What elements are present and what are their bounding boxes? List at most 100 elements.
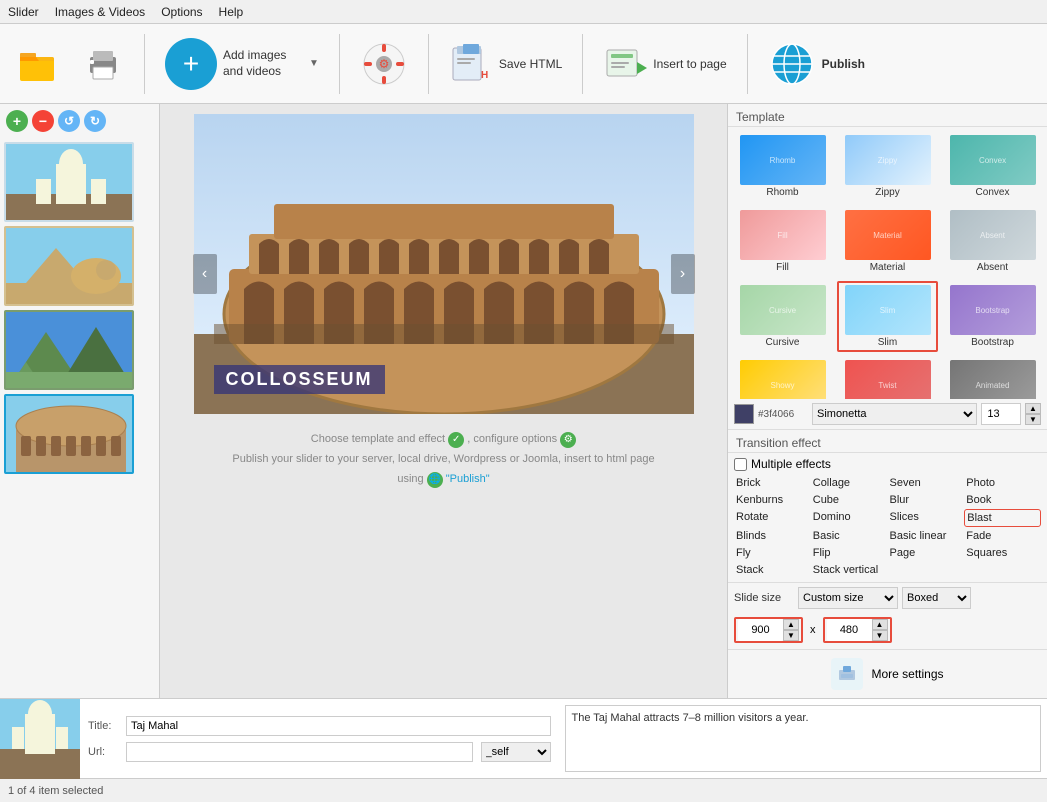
effect-blast[interactable]: Blast bbox=[964, 509, 1041, 527]
font-color-picker[interactable] bbox=[734, 404, 754, 424]
template-item-bootstrap[interactable]: Bootstrap Bootstrap bbox=[942, 281, 1043, 352]
slide-width-input[interactable] bbox=[738, 619, 783, 641]
remove-slide-button[interactable]: − bbox=[32, 110, 54, 132]
template-item-rhomb[interactable]: Rhomb Rhomb bbox=[732, 131, 833, 202]
template-item-showy[interactable]: Showy Showy bbox=[732, 356, 833, 399]
add-images-label: Add images and videos bbox=[223, 48, 303, 79]
height-up[interactable]: ▲ bbox=[872, 619, 888, 630]
template-name-bootstrap: Bootstrap bbox=[971, 337, 1014, 348]
insert-to-page-button[interactable]: Insert to page bbox=[595, 38, 734, 90]
save-html-button[interactable]: H Save HTML bbox=[441, 38, 570, 90]
multiple-effects-checkbox[interactable] bbox=[734, 458, 747, 471]
template-item-material[interactable]: Material Material bbox=[837, 206, 938, 277]
more-settings-label: More settings bbox=[871, 667, 943, 681]
sidebar: + − ↺ ↻ bbox=[0, 104, 160, 698]
font-size-spinner: ▲ ▼ bbox=[1025, 403, 1041, 425]
effect-fade[interactable]: Fade bbox=[964, 528, 1041, 544]
prev-arrow[interactable]: ‹ bbox=[193, 254, 217, 294]
add-images-button[interactable]: + Add images and videos ▼ bbox=[157, 34, 327, 94]
title-input[interactable] bbox=[126, 716, 551, 736]
effect-domino[interactable]: Domino bbox=[811, 509, 888, 527]
effect-brick[interactable]: Brick bbox=[734, 475, 811, 491]
dimension-x: x bbox=[807, 624, 819, 636]
template-item-cursive[interactable]: Cursive Cursive bbox=[732, 281, 833, 352]
template-thumb-rhomb: Rhomb bbox=[740, 135, 826, 185]
effect-kenburns[interactable]: Kenburns bbox=[734, 492, 811, 508]
template-item-fill[interactable]: Fill Fill bbox=[732, 206, 833, 277]
width-down[interactable]: ▼ bbox=[783, 630, 799, 641]
effect-collage[interactable]: Collage bbox=[811, 475, 888, 491]
rotate-left-button[interactable]: ↺ bbox=[58, 110, 80, 132]
font-size-input[interactable] bbox=[981, 403, 1021, 425]
next-arrow[interactable]: › bbox=[671, 254, 695, 294]
effect-stack[interactable]: Stack bbox=[734, 562, 811, 578]
url-target-select[interactable]: _self _blank bbox=[481, 742, 551, 762]
template-name-fill: Fill bbox=[776, 262, 789, 273]
effect-page[interactable]: Page bbox=[888, 545, 965, 561]
effect-stack-vertical[interactable]: Stack vertical bbox=[811, 562, 888, 578]
effect-photo[interactable]: Photo bbox=[964, 475, 1041, 491]
effect-cube[interactable]: Cube bbox=[811, 492, 888, 508]
effect-blinds[interactable]: Blinds bbox=[734, 528, 811, 544]
url-label: Url: bbox=[88, 746, 118, 758]
more-settings-button[interactable]: More settings bbox=[728, 649, 1047, 698]
effect-basic[interactable]: Basic bbox=[811, 528, 888, 544]
template-name-convex: Convex bbox=[976, 187, 1010, 198]
canvas-hint: Choose template and effect ✓ , configure… bbox=[232, 430, 654, 489]
template-item-zippy[interactable]: Zippy Zippy bbox=[837, 131, 938, 202]
height-down[interactable]: ▼ bbox=[872, 630, 888, 641]
effect-basic-linear[interactable]: Basic linear bbox=[888, 528, 965, 544]
hint-publish-link[interactable]: "Publish" bbox=[446, 473, 490, 485]
template-thumb-cursive: Cursive bbox=[740, 285, 826, 335]
template-thumb-animated: Animated bbox=[950, 360, 1036, 399]
thumbnail-2-image bbox=[6, 228, 134, 306]
menu-help[interactable]: Help bbox=[219, 5, 244, 19]
effect-seven[interactable]: Seven bbox=[888, 475, 965, 491]
print-button[interactable] bbox=[74, 39, 132, 89]
effect-squares[interactable]: Squares bbox=[964, 545, 1041, 561]
open-folder-button[interactable] bbox=[8, 39, 66, 89]
hint-text-4: using bbox=[397, 473, 426, 485]
template-item-animated[interactable]: Animated Animated bbox=[942, 356, 1043, 399]
template-thumb-showy: Showy bbox=[740, 360, 826, 399]
template-item-absent[interactable]: Absent Absent bbox=[942, 206, 1043, 277]
width-up[interactable]: ▲ bbox=[783, 619, 799, 630]
url-input[interactable] bbox=[126, 742, 473, 762]
right-panel: Template Rhomb Rhomb Zippy Zippy Convex … bbox=[727, 104, 1047, 698]
thumbnail-4[interactable] bbox=[4, 394, 134, 474]
bottom-thumb-image bbox=[0, 699, 80, 779]
publish-button[interactable]: Publish bbox=[760, 36, 873, 92]
effect-book[interactable]: Book bbox=[964, 492, 1041, 508]
template-section-title: Template bbox=[728, 104, 1047, 127]
save-html-icon: H bbox=[449, 42, 493, 86]
menu-images-videos[interactable]: Images & Videos bbox=[55, 5, 146, 19]
bottom-fields: Title: Url: _self _blank bbox=[80, 699, 559, 778]
effect-flip[interactable]: Flip bbox=[811, 545, 888, 561]
effect-blur[interactable]: Blur bbox=[888, 492, 965, 508]
template-item-twist[interactable]: Twist Twist bbox=[837, 356, 938, 399]
multiple-effects-row: Multiple effects bbox=[734, 457, 1041, 471]
effect-fly[interactable]: Fly bbox=[734, 545, 811, 561]
thumbnail-2[interactable] bbox=[4, 226, 134, 306]
font-family-select[interactable]: SimonettaArialGeorgiaVerdanaTimes New Ro… bbox=[812, 403, 977, 425]
font-size-up[interactable]: ▲ bbox=[1025, 403, 1041, 414]
slide-size-select[interactable]: Custom sizeFull widthFull screen bbox=[798, 587, 898, 609]
effect-slices[interactable]: Slices bbox=[888, 509, 965, 527]
svg-text:H: H bbox=[481, 70, 488, 81]
template-thumb-convex: Convex bbox=[950, 135, 1036, 185]
font-size-down[interactable]: ▼ bbox=[1025, 414, 1041, 425]
menu-slider[interactable]: Slider bbox=[8, 5, 39, 19]
template-item-slim[interactable]: Slim Slim bbox=[837, 281, 938, 352]
menu-options[interactable]: Options bbox=[161, 5, 202, 19]
options-tool-button[interactable]: ⚙ bbox=[352, 36, 416, 92]
template-item-convex[interactable]: Convex Convex bbox=[942, 131, 1043, 202]
add-slide-button[interactable]: + bbox=[6, 110, 28, 132]
slide-height-input[interactable] bbox=[827, 619, 872, 641]
thumbnail-1[interactable] bbox=[4, 142, 134, 222]
toolbar-separator-5 bbox=[747, 34, 748, 94]
slide-layout-select[interactable]: BoxedFull width bbox=[902, 587, 971, 609]
effect-rotate[interactable]: Rotate bbox=[734, 509, 811, 527]
rotate-right-button[interactable]: ↻ bbox=[84, 110, 106, 132]
menubar: Slider Images & Videos Options Help bbox=[0, 0, 1047, 24]
thumbnail-3[interactable] bbox=[4, 310, 134, 390]
